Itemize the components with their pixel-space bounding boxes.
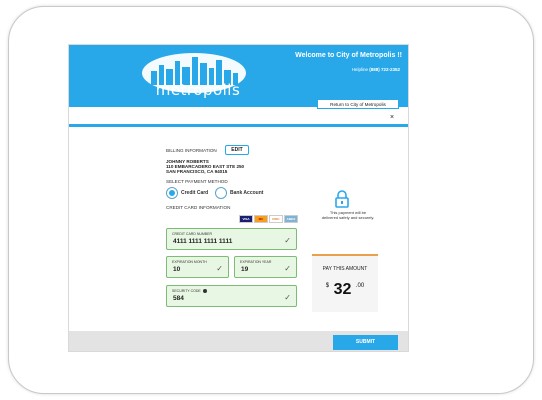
billing-label: BILLING INFORMATION bbox=[166, 148, 217, 153]
helpline: Helpline (888) 722-2352 bbox=[352, 67, 400, 72]
expiration-month-label: EXPIRATION MONTH bbox=[172, 260, 207, 264]
visa-icon: VISA bbox=[239, 215, 253, 223]
pay-amount: $ 32 .00 bbox=[312, 281, 378, 299]
checkmark-icon: ✓ bbox=[216, 264, 223, 273]
pay-amount-box: PAY THIS AMOUNT $ 32 .00 bbox=[312, 254, 378, 312]
help-icon[interactable] bbox=[202, 289, 207, 294]
bank-account-option-label[interactable]: Bank Account bbox=[230, 190, 263, 196]
header: metropolis Welcome to City of Metropolis… bbox=[69, 45, 408, 107]
helpline-label: Helpline bbox=[351, 67, 368, 72]
credit-card-radio[interactable] bbox=[166, 187, 178, 199]
amount-whole: 32 bbox=[333, 281, 352, 298]
security-code-label-wrap: SECURITY CODE bbox=[172, 289, 207, 294]
expiration-year-label: EXPIRATION YEAR bbox=[240, 260, 272, 264]
billing-address-line2: SAN FRANCISCO, CA 94015 bbox=[166, 169, 228, 175]
checkmark-icon: ✓ bbox=[284, 264, 291, 273]
payment-method-label: SELECT PAYMENT METHOD bbox=[166, 179, 228, 184]
card-number-field[interactable]: CREDIT CARD NUMBER 4111 1111 1111 1111 ✓ bbox=[166, 228, 297, 250]
security-code-value[interactable]: 584 bbox=[173, 295, 184, 302]
submit-button[interactable]: SUBMIT bbox=[333, 335, 398, 350]
metropolis-logo: metropolis bbox=[139, 51, 249, 101]
expiration-month-value[interactable]: 10 bbox=[173, 266, 180, 273]
checkmark-icon: ✓ bbox=[284, 293, 291, 302]
payment-screen: metropolis Welcome to City of Metropolis… bbox=[68, 44, 409, 352]
divider-bar bbox=[69, 124, 408, 127]
expiration-year-value[interactable]: 19 bbox=[241, 266, 248, 273]
billing-address: JOHNNY ROBERTS 110 EMBARCADERO EAST STE … bbox=[166, 159, 244, 175]
logo-text: metropolis bbox=[155, 81, 241, 99]
secure-payment-text: This payment will be delivered safely an… bbox=[312, 210, 384, 220]
checkmark-icon: ✓ bbox=[284, 236, 291, 245]
bank-account-radio[interactable] bbox=[215, 187, 227, 199]
helpline-number: (888) 722-2352 bbox=[369, 67, 400, 72]
card-number-value[interactable]: 4111 1111 1111 1111 bbox=[173, 238, 232, 245]
discover-icon: DISC bbox=[269, 215, 283, 223]
amex-icon: AMEX bbox=[284, 215, 298, 223]
security-code-field[interactable]: SECURITY CODE 584 ✓ bbox=[166, 285, 297, 307]
credit-card-option-label[interactable]: Credit Card bbox=[181, 190, 208, 196]
pay-title: PAY THIS AMOUNT bbox=[322, 266, 368, 272]
return-to-city-button[interactable]: Return to City of Metropolis bbox=[317, 99, 399, 109]
mastercard-icon: MC bbox=[254, 215, 268, 223]
expiration-month-field[interactable]: EXPIRATION MONTH 10 ✓ bbox=[166, 256, 229, 278]
edit-billing-button[interactable]: EDIT bbox=[225, 145, 249, 155]
card-number-label: CREDIT CARD NUMBER bbox=[172, 232, 212, 236]
welcome-title: Welcome to City of Metropolis !! bbox=[295, 52, 402, 59]
amount-cents: .00 bbox=[355, 283, 365, 289]
close-icon[interactable]: × bbox=[390, 114, 394, 121]
currency-symbol: $ bbox=[325, 283, 330, 289]
expiration-year-field[interactable]: EXPIRATION YEAR 19 ✓ bbox=[234, 256, 297, 278]
secure-line2: delivered safely and securely. bbox=[321, 215, 375, 220]
credit-card-info-label: CREDIT CARD INFORMATION bbox=[166, 205, 231, 210]
security-code-label: SECURITY CODE bbox=[172, 289, 201, 293]
